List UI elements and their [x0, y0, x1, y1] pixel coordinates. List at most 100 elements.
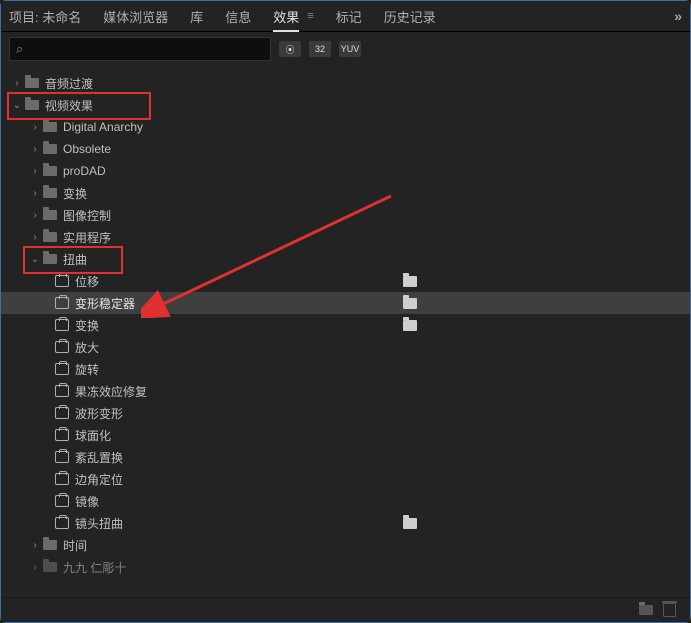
chevron-right-icon: › [29, 188, 41, 199]
folder-icon [43, 562, 57, 572]
effect-transform[interactable]: 变换 [1, 314, 690, 336]
panel-footer [1, 597, 690, 622]
effect-icon [55, 319, 69, 331]
tree-folder-utility[interactable]: › 实用程序 [1, 226, 690, 248]
folder-icon [43, 144, 57, 154]
tree-folder-time[interactable]: › 时间 [1, 534, 690, 556]
accelerated-badge-icon [403, 298, 417, 309]
tree-folder-audio-transitions[interactable]: › 音频过渡 [1, 72, 690, 94]
tree-folder-prodad[interactable]: › proDAD [1, 160, 690, 182]
folder-icon [43, 188, 57, 198]
tree-label: 时间 [63, 537, 87, 554]
tree-label: 九九 仁彫十 [63, 559, 126, 576]
tree-label: 紊乱置换 [75, 449, 123, 466]
tree-folder-video-effects[interactable]: ⌄ 视频效果 [1, 94, 690, 116]
tree-folder-image-control[interactable]: › 图像控制 [1, 204, 690, 226]
panel-menu-icon[interactable]: ≡ [307, 10, 313, 22]
tree-folder-transform[interactable]: › 变换 [1, 182, 690, 204]
tree-label: 球面化 [75, 427, 111, 444]
tab-info[interactable]: 信息 [225, 7, 251, 26]
tab-media-browser[interactable]: 媒体浏览器 [103, 7, 168, 26]
effect-icon [55, 341, 69, 353]
effect-spherize[interactable]: 球面化 [1, 424, 690, 446]
tree-folder-digital-anarchy[interactable]: › Digital Anarchy [1, 116, 690, 138]
effect-lens-distortion[interactable]: 镜头扭曲 [1, 512, 690, 534]
tree-label: 镜像 [75, 493, 99, 510]
tree-label: 位移 [75, 273, 99, 290]
search-input[interactable]: ⌕ [9, 37, 271, 61]
tabs-overflow-icon[interactable]: » [674, 8, 682, 24]
new-bin-icon[interactable] [639, 605, 653, 615]
tree-label: 放大 [75, 339, 99, 356]
fx-badge-icon[interactable]: ⦿ [279, 41, 301, 57]
chevron-right-icon: › [29, 122, 41, 133]
effect-magnify[interactable]: 放大 [1, 336, 690, 358]
tab-project[interactable]: 项目: 未命名 [9, 7, 81, 26]
folder-icon [25, 78, 39, 88]
tab-history[interactable]: 历史记录 [384, 7, 436, 26]
effect-icon [55, 407, 69, 419]
effects-tree: › 音频过渡 ⌄ 视频效果 › Digital Anarchy › Obsole… [1, 68, 690, 605]
tree-folder-distort[interactable]: ⌄ 扭曲 [1, 248, 690, 270]
accelerated-badge-icon [403, 276, 417, 287]
folder-icon [43, 210, 57, 220]
tab-markers[interactable]: 标记 [336, 7, 362, 26]
tree-label: 旋转 [75, 361, 99, 378]
tree-label: 图像控制 [63, 207, 111, 224]
effect-icon [55, 363, 69, 375]
search-icon: ⌕ [16, 41, 23, 57]
chevron-down-icon: ⌄ [11, 100, 23, 111]
chevron-right-icon: › [29, 166, 41, 177]
folder-icon [43, 254, 57, 264]
effect-icon [55, 517, 69, 529]
tree-label: proDAD [63, 164, 106, 178]
tree-label: 变形稳定器 [75, 295, 135, 312]
effect-icon [55, 473, 69, 485]
tree-label: 视频效果 [45, 97, 93, 114]
effect-icon [55, 385, 69, 397]
chevron-down-icon: ⌄ [29, 254, 41, 265]
tree-label: 音频过渡 [45, 75, 93, 92]
effect-corner-pin[interactable]: 边角定位 [1, 468, 690, 490]
effect-warp-stabilizer[interactable]: 变形稳定器 [1, 292, 690, 314]
tree-folder-obsolete[interactable]: › Obsolete [1, 138, 690, 160]
32bit-badge-icon[interactable]: 32 [309, 41, 331, 57]
panel-tabs: 项目: 未命名 媒体浏览器 库 信息 效果 ≡ 标记 历史记录 » [1, 1, 690, 32]
effect-offset[interactable]: 位移 [1, 270, 690, 292]
tree-folder-truncated[interactable]: › 九九 仁彫十 [1, 556, 690, 578]
tree-label: 镜头扭曲 [75, 515, 123, 532]
folder-icon [25, 100, 39, 110]
tree-label: Digital Anarchy [63, 120, 143, 134]
effect-rolling-shutter[interactable]: 果冻效应修复 [1, 380, 690, 402]
folder-icon [43, 122, 57, 132]
tree-label: 扭曲 [63, 251, 87, 268]
chevron-right-icon: › [29, 210, 41, 221]
accelerated-badge-icon [403, 320, 417, 331]
tree-label: 边角定位 [75, 471, 123, 488]
effect-mirror[interactable]: 镜像 [1, 490, 690, 512]
tree-label: 果冻效应修复 [75, 383, 147, 400]
tree-label: 实用程序 [63, 229, 111, 246]
tree-label: 变换 [75, 317, 99, 334]
folder-icon [43, 540, 57, 550]
tree-label: 波形变形 [75, 405, 123, 422]
yuv-badge-icon[interactable]: YUV [339, 41, 361, 57]
accelerated-badge-icon [403, 518, 417, 529]
folder-icon [43, 166, 57, 176]
chevron-right-icon: › [29, 232, 41, 243]
tree-label: Obsolete [63, 142, 111, 156]
effect-icon [55, 275, 69, 287]
tree-label: 变换 [63, 185, 87, 202]
folder-icon [43, 232, 57, 242]
effect-icon [55, 429, 69, 441]
chevron-right-icon: › [29, 562, 41, 573]
chevron-right-icon: › [29, 540, 41, 551]
tab-library[interactable]: 库 [190, 7, 203, 26]
effect-turbulent-displace[interactable]: 紊乱置换 [1, 446, 690, 468]
search-row: ⌕ ⦿ 32 YUV [1, 32, 690, 68]
chevron-right-icon: › [29, 144, 41, 155]
effect-wave-warp[interactable]: 波形变形 [1, 402, 690, 424]
tab-effects[interactable]: 效果 [273, 7, 299, 32]
effect-twirl[interactable]: 旋转 [1, 358, 690, 380]
trash-icon[interactable] [663, 603, 676, 617]
